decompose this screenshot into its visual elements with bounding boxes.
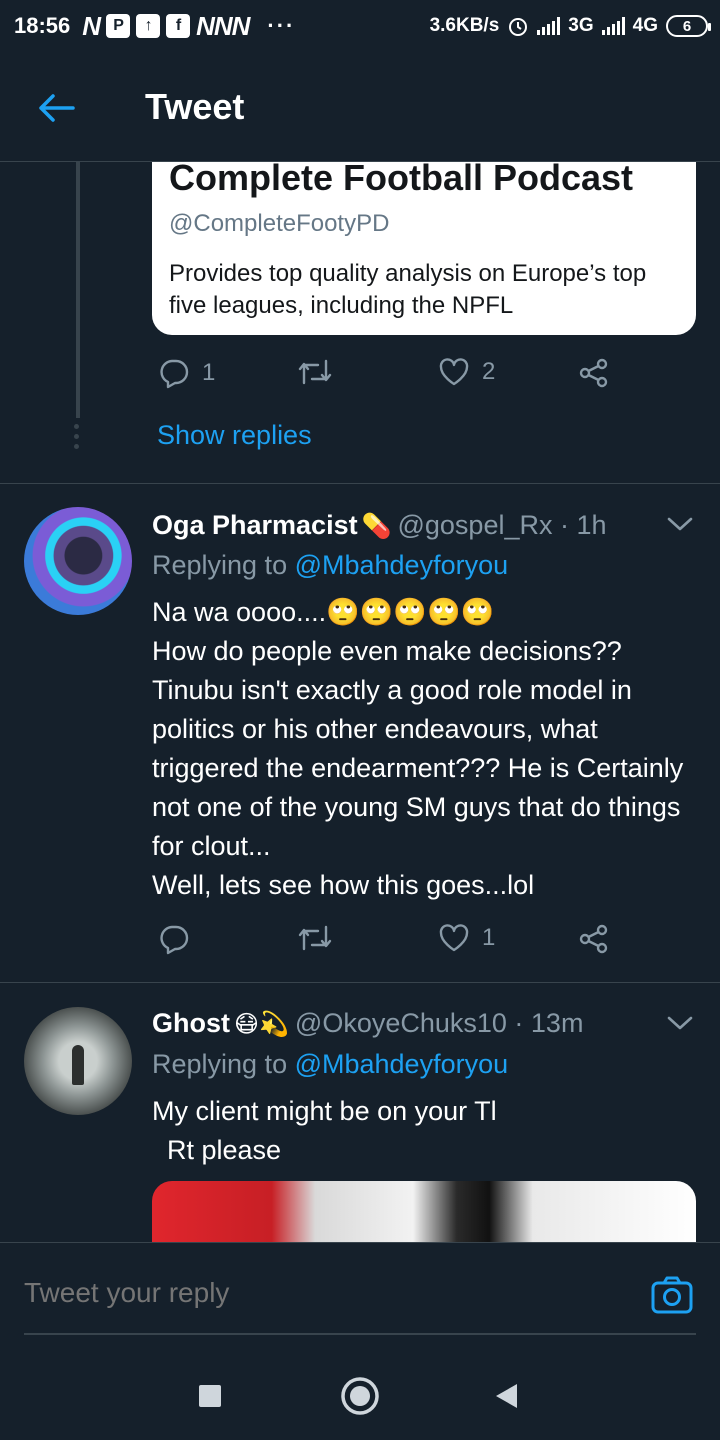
more-notifications-icon: ··· [267,13,296,38]
display-name[interactable]: Ghost [152,1008,230,1039]
reply-input-underline [24,1333,696,1335]
retweet-button[interactable] [298,357,344,387]
status-bar: 18:56 N P ↑ f NNN ··· 3.6KB/s 3G 4G 6 [0,0,720,52]
card-handle: @CompleteFootyPD [169,210,390,237]
divider [0,982,720,983]
share-icon [579,358,608,388]
retweet-button[interactable] [298,923,344,953]
alarm-icon [509,18,528,36]
reply-input[interactable] [24,1277,544,1309]
top-app-bar: Tweet [0,52,720,162]
tweet-media-image[interactable] [152,1181,696,1243]
thread-more-dots-icon [74,424,79,449]
reply-icon [160,925,189,955]
arrow-left-icon [39,94,75,122]
circle-icon [341,1377,379,1415]
display-name[interactable]: Oga Pharmacist [152,510,358,541]
tweet-text: My client might be on your Tl Rt please [152,1096,497,1165]
notification-icons: N P ↑ f NNN [82,10,250,42]
back-nav-button[interactable] [484,1374,528,1418]
user-handle-time: @OkoyeChuks10 · 13m [294,1008,584,1038]
square-icon [199,1385,221,1407]
battery-level: 6 [682,17,692,35]
notification-n-icon: N [82,10,101,41]
heart-icon [439,924,469,952]
chevron-down-icon[interactable] [666,1013,694,1033]
battery-icon: 6 [666,15,711,37]
replying-prefix: Replying to [152,1049,295,1079]
share-button[interactable] [578,357,610,389]
reply-button[interactable] [158,923,202,955]
avatar[interactable] [24,507,132,615]
signal-icon [537,17,561,35]
reply-composer [0,1242,720,1354]
notification-p-icon: P [106,14,131,38]
divider [0,483,720,484]
network-type-2: 4G [632,15,658,36]
like-count: 2 [482,358,496,385]
name-emoji: 💊 [361,513,392,540]
camera-icon[interactable] [650,1275,694,1315]
tweet-text: Na wa oooo....🙄🙄🙄🙄🙄 How do people even m… [152,597,684,900]
network-type-1: 3G [568,15,594,36]
like-button[interactable]: 2 [438,357,495,387]
replying-prefix: Replying to [152,550,295,580]
avatar[interactable] [24,1007,132,1115]
net-speed: 3.6KB/s [429,15,500,36]
tweet-actions: 1 2 [152,357,622,397]
card-title: Complete Football Podcast [169,157,634,198]
back-button[interactable] [34,86,78,130]
like-button[interactable]: 1 [438,923,495,953]
replying-to: Replying to @Mbahdeyforyou [152,1049,508,1080]
signal-icon-2 [601,17,625,35]
share-button[interactable] [578,923,610,955]
system-nav-bar [0,1354,720,1440]
link-preview-card[interactable]: Complete Football Podcast @CompleteFooty… [152,140,696,335]
chevron-down-icon[interactable] [666,514,694,534]
recents-button[interactable] [188,1374,232,1418]
retweet-icon [298,359,332,385]
share-icon [579,924,608,954]
thread-connector-line [76,162,80,418]
show-replies-link[interactable]: Show replies [157,420,312,451]
like-count: 1 [482,924,496,951]
tweet-header: Ghost 😷💫 @OkoyeChuks10 · 13m [152,1008,583,1039]
heart-icon [439,358,469,386]
user-handle-time: @gospel_Rx · 1h [397,510,607,540]
reply-count: 1 [202,359,216,386]
mention-link[interactable]: @Mbahdeyforyou [295,550,509,580]
status-time: 18:56 [14,13,71,38]
reply-button[interactable]: 1 [158,357,215,389]
notification-up-icon: ↑ [136,14,161,38]
triangle-back-icon [496,1384,517,1408]
home-button[interactable] [338,1374,382,1418]
mention-link[interactable]: @Mbahdeyforyou [295,1049,509,1079]
retweet-icon [298,925,332,951]
reply-icon [160,359,189,389]
tweet-actions: 1 [152,923,622,963]
name-emoji: 😷💫 [234,1011,289,1038]
page-title: Tweet [145,86,245,127]
notification-nnn-icon: NNN [196,10,250,41]
replying-to: Replying to @Mbahdeyforyou [152,550,508,581]
tweet-header: Oga Pharmacist 💊 @gospel_Rx · 1h [152,510,607,541]
notification-f-icon: f [166,14,191,38]
card-description: Provides top quality analysis on Europe’… [169,260,647,318]
